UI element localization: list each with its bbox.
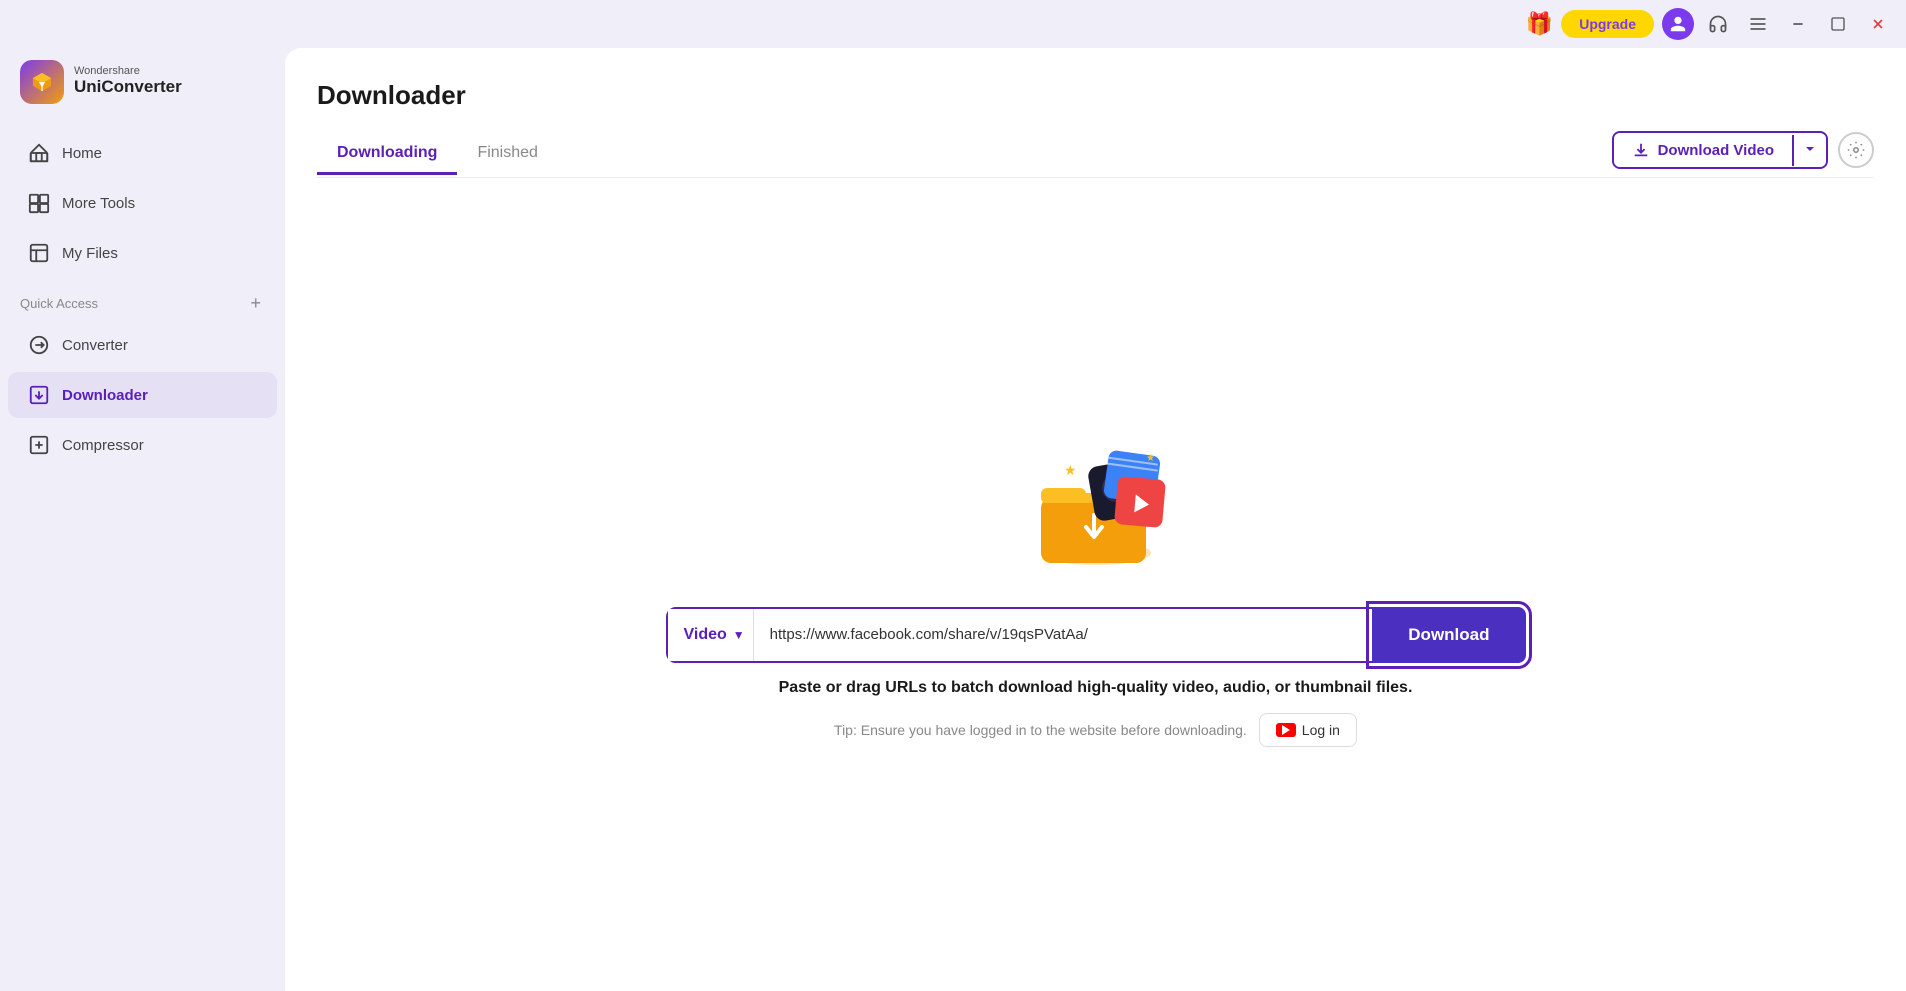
sidebar-item-converter-label: Converter — [62, 337, 128, 354]
sidebar-item-home[interactable]: Home — [8, 130, 277, 176]
titlebar: 🎁 Upgrade — [0, 0, 1906, 48]
download-video-main-button[interactable]: Download Video — [1614, 133, 1792, 167]
download-area: ♪ ★ ★ Video ▼ — [317, 178, 1874, 991]
hero-illustration: ♪ ★ ★ — [1016, 423, 1176, 583]
quick-access-label: Quick Access — [20, 296, 98, 311]
logo-brand: Wondershare — [74, 66, 182, 77]
compressor-icon — [28, 434, 50, 456]
sidebar-item-more-tools[interactable]: More Tools — [8, 180, 277, 226]
tip-text: Tip: Ensure you have logged in to the we… — [834, 722, 1247, 738]
minimize-button[interactable] — [1782, 8, 1814, 40]
sidebar-item-compressor-label: Compressor — [62, 437, 144, 454]
youtube-icon — [1276, 723, 1296, 737]
sidebar-item-more-tools-label: More Tools — [62, 195, 135, 212]
avatar-button[interactable] — [1662, 8, 1694, 40]
sidebar: Wondershare UniConverter Home More Tools… — [0, 48, 285, 991]
tabs-actions: Download Video — [1612, 131, 1874, 177]
download-video-button[interactable]: Download Video — [1612, 131, 1828, 169]
logo-product: UniConverter — [74, 77, 182, 97]
logo-area: Wondershare UniConverter — [0, 60, 285, 128]
page-title: Downloader — [317, 80, 1874, 111]
tab-finished[interactable]: Finished — [457, 134, 557, 175]
close-button[interactable] — [1862, 8, 1894, 40]
hint-text: Paste or drag URLs to batch download hig… — [779, 679, 1413, 697]
tab-downloading[interactable]: Downloading — [317, 134, 457, 175]
settings-icon — [1847, 141, 1865, 159]
sidebar-item-my-files[interactable]: My Files — [8, 230, 277, 276]
menu-button[interactable] — [1742, 8, 1774, 40]
sidebar-item-downloader[interactable]: Downloader — [8, 372, 277, 418]
url-input-row: Video ▼ Download — [666, 607, 1526, 663]
download-icon — [1632, 141, 1650, 159]
downloader-icon — [28, 384, 50, 406]
sidebar-item-downloader-label: Downloader — [62, 387, 148, 404]
download-video-label: Download Video — [1658, 142, 1774, 159]
sidebar-item-compressor[interactable]: Compressor — [8, 422, 277, 468]
svg-text:★: ★ — [1146, 453, 1155, 464]
gift-icon[interactable]: 🎁 — [1526, 11, 1553, 37]
sidebar-item-converter[interactable]: Converter — [8, 322, 277, 368]
svg-text:★: ★ — [1064, 462, 1077, 478]
upgrade-button[interactable]: Upgrade — [1561, 10, 1654, 38]
converter-icon — [28, 334, 50, 356]
type-select-caret-icon: ▼ — [733, 628, 745, 642]
caret-down-icon — [1804, 143, 1816, 155]
download-button[interactable]: Download — [1372, 607, 1525, 663]
download-video-caret-button[interactable] — [1792, 135, 1826, 166]
tabs-row: Downloading Finished Download Video — [317, 131, 1874, 178]
login-label: Log in — [1302, 722, 1340, 738]
home-icon — [28, 142, 50, 164]
maximize-button[interactable] — [1822, 8, 1854, 40]
tip-row: Tip: Ensure you have logged in to the we… — [834, 713, 1357, 747]
main-content: Downloader Downloading Finished Download… — [285, 48, 1906, 991]
tabs: Downloading Finished — [317, 134, 558, 175]
quick-access-section: Quick Access + — [0, 278, 285, 320]
add-quick-access-button[interactable]: + — [246, 292, 265, 314]
settings-button[interactable] — [1838, 132, 1874, 168]
sidebar-item-home-label: Home — [62, 145, 102, 162]
my-files-icon — [28, 242, 50, 264]
type-select[interactable]: Video ▼ — [668, 609, 754, 661]
headset-button[interactable] — [1702, 8, 1734, 40]
type-select-label: Video — [684, 626, 727, 644]
login-button[interactable]: Log in — [1259, 713, 1357, 747]
logo-text: Wondershare UniConverter — [74, 66, 182, 97]
sidebar-item-my-files-label: My Files — [62, 245, 118, 262]
app-logo-icon — [20, 60, 64, 104]
more-tools-icon — [28, 192, 50, 214]
